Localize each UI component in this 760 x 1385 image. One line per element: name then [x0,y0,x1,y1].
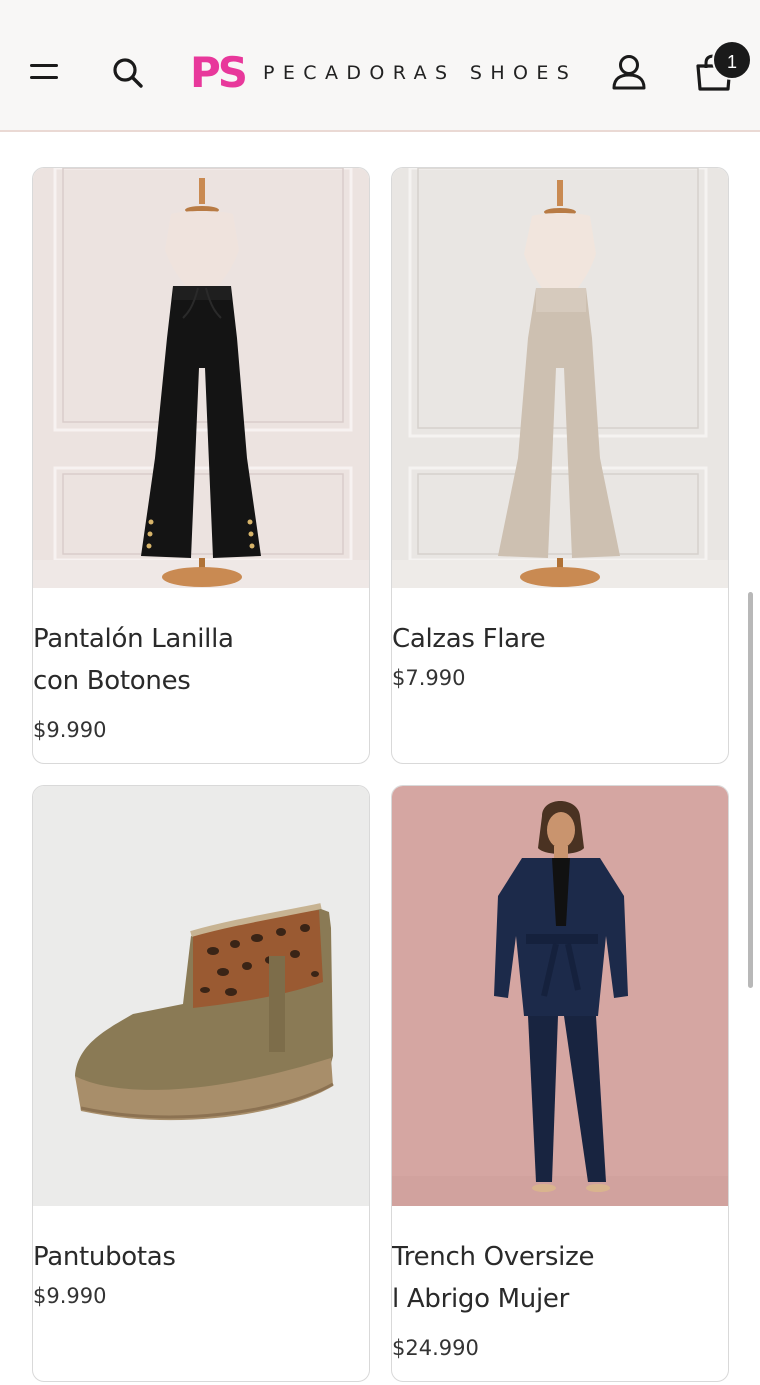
brand-logo[interactable]: PS PECADORAS SHOES [190,50,577,96]
product-price: $9.990 [33,1284,107,1308]
logo-text: PECADORAS SHOES [263,62,578,84]
product-card[interactable]: Trench Oversize l Abrigo Mujer $24.990 [391,785,729,1382]
account-icon[interactable] [612,54,646,90]
product-image[interactable] [392,786,728,1206]
product-image[interactable] [33,786,369,1206]
product-price: $24.990 [392,1336,479,1360]
product-title[interactable]: Pantubotas [33,1206,369,1278]
product-photo-trench-coat-model [392,786,728,1206]
product-photo-suede-ankle-boot [33,786,369,1206]
menu-icon[interactable] [30,62,58,82]
product-title-line2: l Abrigo Mujer [392,1284,569,1314]
product-title[interactable]: Trench Oversize l Abrigo Mujer [392,1206,728,1320]
product-title-line1: Pantubotas [33,1242,176,1272]
product-card[interactable]: Pantalón Lanilla con Botones $9.990 [32,167,370,764]
site-header: PS PECADORAS SHOES 1 [0,0,760,132]
logo-mark: PS [190,48,248,97]
product-title-line1: Trench Oversize [392,1242,595,1272]
product-title-line2: con Botones [33,666,191,696]
scrollbar-thumb[interactable] [748,592,753,988]
product-price: $9.990 [33,718,107,742]
product-image[interactable] [392,168,728,588]
product-title-line1: Pantalón Lanilla [33,624,234,654]
product-title[interactable]: Calzas Flare [392,588,728,660]
product-card[interactable]: Calzas Flare $7.990 [391,167,729,764]
product-title[interactable]: Pantalón Lanilla con Botones [33,588,369,702]
product-photo-black-flare-pants [33,168,369,588]
search-icon[interactable] [112,57,144,89]
product-photo-beige-flare-leggings [392,168,728,588]
cart-count-badge: 1 [712,40,752,80]
product-card[interactable]: Pantubotas $9.990 [32,785,370,1382]
product-price: $7.990 [392,666,466,690]
product-title-line1: Calzas Flare [392,624,546,654]
product-image[interactable] [33,168,369,588]
